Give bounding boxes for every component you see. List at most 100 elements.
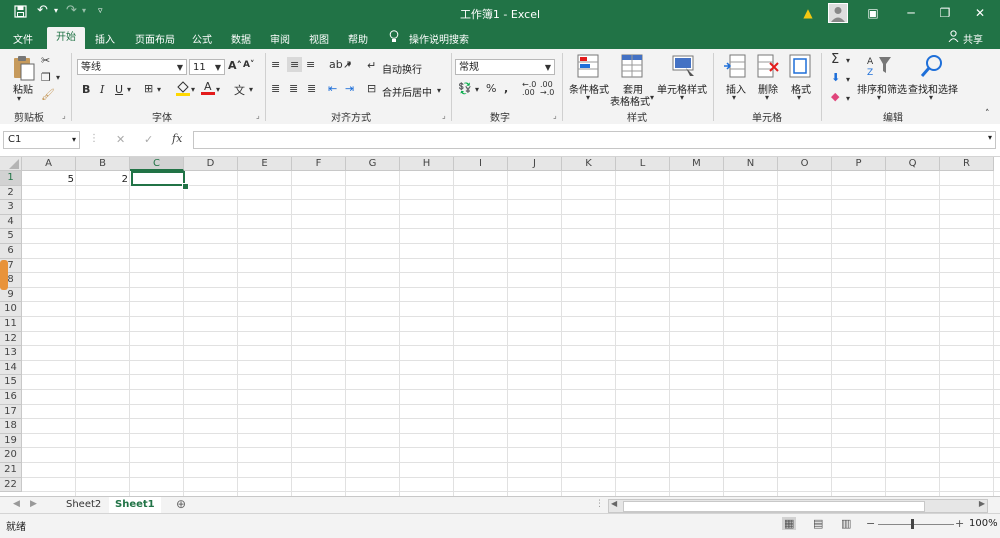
horizontal-scrollbar[interactable]: ◀ ▶ bbox=[608, 499, 988, 513]
tell-me-search[interactable]: 操作说明搜索 bbox=[409, 31, 469, 46]
scroll-sheets-right-icon[interactable]: ▶ bbox=[30, 499, 37, 509]
tab-formulas[interactable]: 公式 bbox=[192, 31, 212, 46]
column-header-f[interactable]: F bbox=[292, 157, 346, 171]
clipboard-launcher-icon[interactable]: ⌟ bbox=[62, 111, 66, 120]
zoom-out-icon[interactable]: − bbox=[866, 517, 875, 530]
underline-dropdown-icon[interactable]: ▾ bbox=[127, 85, 131, 94]
tab-data[interactable]: 数据 bbox=[231, 31, 251, 46]
cell-styles-dropdown-icon[interactable]: ▾ bbox=[680, 93, 684, 102]
scroll-right-icon[interactable]: ▶ bbox=[979, 499, 985, 508]
page-layout-view-icon[interactable]: ▤ bbox=[813, 517, 823, 530]
cell-b1[interactable]: 2 bbox=[77, 173, 128, 187]
tab-page-layout[interactable]: 页面布局 bbox=[135, 31, 175, 46]
row-header-6[interactable]: 6 bbox=[0, 244, 22, 259]
orientation-dropdown-icon[interactable]: ▾ bbox=[347, 60, 351, 69]
column-header-a[interactable]: A bbox=[22, 157, 76, 171]
cut-icon[interactable]: ✂ bbox=[41, 54, 50, 67]
column-header-l[interactable]: L bbox=[616, 157, 670, 171]
alignment-launcher-icon[interactable]: ⌟ bbox=[442, 111, 446, 120]
merge-center-button[interactable]: 合并后居中 bbox=[382, 84, 432, 99]
borders-icon[interactable]: ⊞ bbox=[144, 82, 153, 95]
insert-dropdown-icon[interactable]: ▾ bbox=[732, 93, 736, 102]
collapse-ribbon-icon[interactable]: ˄ bbox=[985, 109, 990, 119]
delete-dropdown-icon[interactable]: ▾ bbox=[765, 93, 769, 102]
zoom-in-icon[interactable]: + bbox=[955, 517, 964, 530]
format-cells-icon[interactable] bbox=[789, 54, 811, 78]
format-as-table-icon[interactable] bbox=[621, 54, 643, 78]
expand-formula-icon[interactable]: ▾ bbox=[988, 133, 992, 142]
comma-style-icon[interactable]: , bbox=[504, 82, 508, 95]
zoom-level[interactable]: 100% bbox=[969, 518, 998, 529]
warning-icon[interactable]: ▲ bbox=[796, 4, 820, 22]
delete-cells-icon[interactable] bbox=[757, 54, 779, 78]
column-header-n[interactable]: N bbox=[724, 157, 778, 171]
sort-filter-button[interactable]: 排序和筛选 bbox=[857, 81, 907, 96]
formula-input[interactable]: ▾ bbox=[193, 131, 996, 149]
fill-icon[interactable]: ⬇ bbox=[831, 71, 840, 84]
column-header-p[interactable]: P bbox=[832, 157, 886, 171]
cell-styles-icon[interactable] bbox=[672, 54, 694, 76]
tab-file[interactable]: 文件 bbox=[13, 31, 33, 46]
column-header-k[interactable]: K bbox=[562, 157, 616, 171]
paste-icon[interactable] bbox=[12, 55, 35, 81]
decrease-indent-icon[interactable]: ⇤ bbox=[328, 82, 337, 95]
worksheet-grid[interactable]: ABCDEFGHIJKLMNOPQR 1 2 3 4 5 6 7 8 9 10 11 12 13 14 15… bbox=[0, 157, 1000, 496]
tab-insert[interactable]: 插入 bbox=[95, 31, 115, 46]
sort-dropdown-icon[interactable]: ▾ bbox=[877, 93, 881, 102]
font-color-dropdown-icon[interactable]: ▾ bbox=[216, 85, 220, 94]
avatar[interactable] bbox=[828, 3, 848, 23]
row-header-1[interactable]: 1 bbox=[0, 171, 22, 186]
increase-decimal-icon[interactable]: ←.0.00 bbox=[522, 81, 536, 97]
column-header-g[interactable]: G bbox=[346, 157, 400, 171]
minimize-icon[interactable]: ─ bbox=[899, 4, 923, 22]
copy-dropdown-icon[interactable]: ▾ bbox=[56, 73, 60, 82]
align-right-icon[interactable]: ≣ bbox=[307, 82, 316, 95]
column-header-i[interactable]: I bbox=[454, 157, 508, 171]
zoom-slider[interactable] bbox=[878, 524, 954, 525]
font-launcher-icon[interactable]: ⌟ bbox=[256, 111, 260, 120]
column-header-e[interactable]: E bbox=[238, 157, 292, 171]
align-top-icon[interactable]: ≡ bbox=[271, 58, 280, 71]
row-header-5[interactable]: 5 bbox=[0, 229, 22, 244]
scroll-thumb[interactable] bbox=[623, 501, 925, 512]
confirm-entry-icon[interactable]: ✓ bbox=[144, 133, 153, 146]
column-header-j[interactable]: J bbox=[508, 157, 562, 171]
fill-color-dropdown-icon[interactable]: ▾ bbox=[191, 85, 195, 94]
cell-a1[interactable]: 5 bbox=[23, 173, 74, 187]
copy-icon[interactable]: ❐ bbox=[41, 71, 51, 84]
wrap-text-button[interactable]: 自动换行 bbox=[382, 61, 422, 76]
tab-view[interactable]: 视图 bbox=[309, 31, 329, 46]
row-header-12[interactable]: 12 bbox=[0, 331, 22, 347]
merge-center-icon[interactable]: ⊟ bbox=[367, 82, 376, 95]
font-name-select[interactable]: 等线 ▼ bbox=[77, 59, 187, 75]
column-header-b[interactable]: B bbox=[76, 157, 130, 171]
row-header-3[interactable]: 3 bbox=[0, 200, 22, 215]
format-painter-icon[interactable]: 🖌 bbox=[41, 88, 55, 101]
shrink-font-icon[interactable]: A˅ bbox=[243, 60, 254, 70]
restore-icon[interactable]: ❐ bbox=[933, 4, 957, 22]
active-cell-c1[interactable] bbox=[131, 171, 185, 186]
fill-handle[interactable] bbox=[182, 183, 189, 190]
format-as-table-button[interactable]: 表格格式 bbox=[610, 93, 650, 108]
autosum-icon[interactable]: Σ bbox=[831, 52, 839, 67]
page-break-view-icon[interactable]: ▥ bbox=[841, 517, 851, 530]
align-center-icon[interactable]: ≣ bbox=[289, 82, 298, 95]
scroll-sheets-left-icon[interactable]: ◀ bbox=[13, 499, 20, 509]
find-dropdown-icon[interactable]: ▾ bbox=[929, 93, 933, 102]
decrease-decimal-icon[interactable]: .00 →.0 bbox=[540, 81, 554, 97]
font-color-icon[interactable]: A bbox=[201, 80, 215, 99]
sheet-tab-sheet2[interactable]: Sheet2 bbox=[60, 497, 107, 513]
phonetic-icon[interactable]: 文 bbox=[234, 82, 245, 98]
borders-dropdown-icon[interactable]: ▾ bbox=[157, 85, 161, 94]
wrap-text-icon[interactable]: ↵ bbox=[367, 59, 376, 72]
row-header-4[interactable]: 4 bbox=[0, 214, 22, 230]
column-header-q[interactable]: Q bbox=[886, 157, 940, 171]
fill-color-icon[interactable] bbox=[176, 81, 190, 99]
row-header-13[interactable]: 13 bbox=[0, 346, 22, 361]
clear-dropdown-icon[interactable]: ▾ bbox=[846, 94, 850, 103]
accounting-dropdown-icon[interactable]: ▾ bbox=[475, 85, 479, 94]
close-icon[interactable]: ✕ bbox=[968, 4, 992, 22]
row-header-18[interactable]: 18 bbox=[0, 419, 22, 434]
column-header-c[interactable]: C bbox=[130, 157, 184, 171]
increase-indent-icon[interactable]: ⇥ bbox=[345, 82, 354, 95]
